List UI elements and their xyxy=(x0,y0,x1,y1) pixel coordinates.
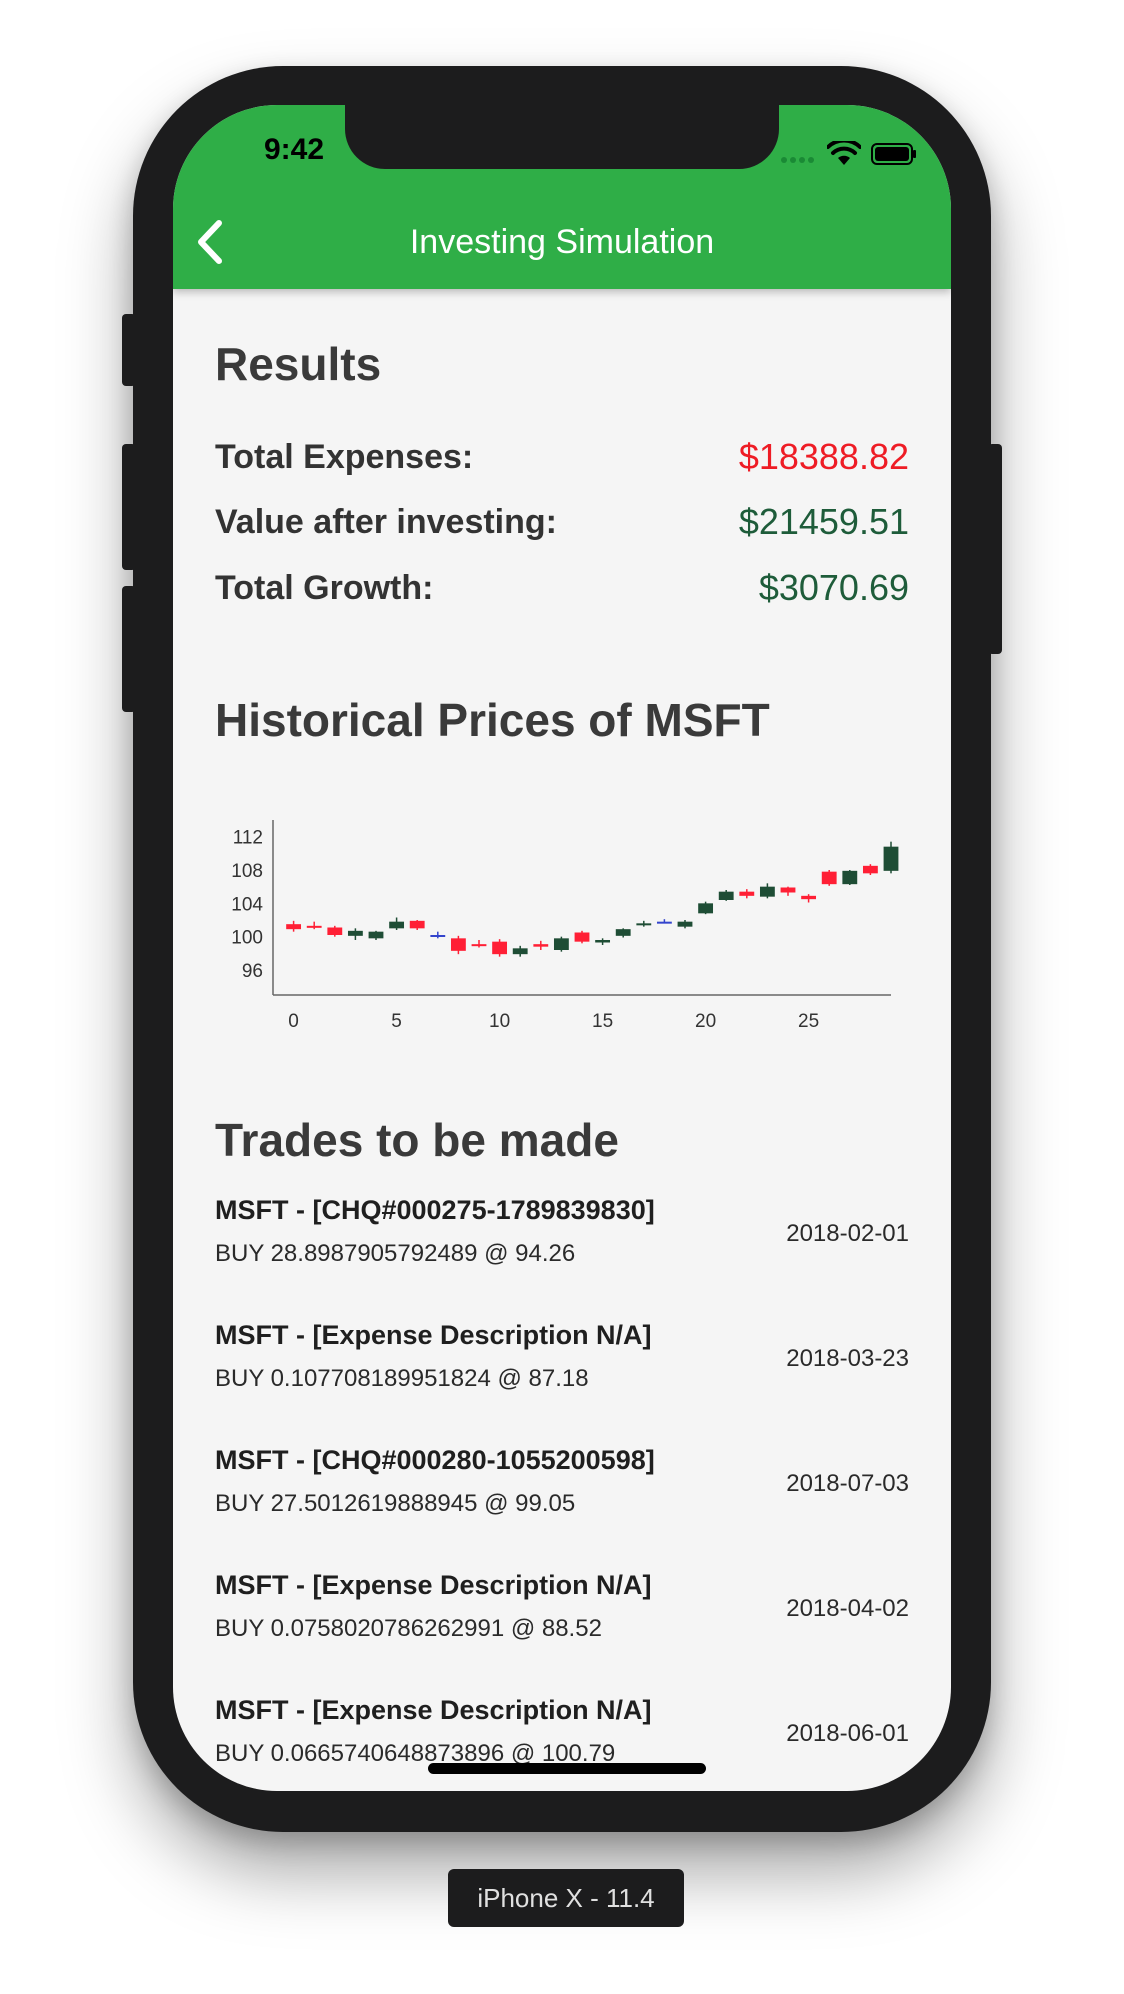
candle-body xyxy=(801,895,817,900)
trade-title: MSFT - [CHQ#000280-1055200598] xyxy=(215,1445,655,1475)
price-chart: 96 100 104 108 112 0 5 10 15 20 25 xyxy=(231,820,899,1032)
trade-date: 2018-02-01 xyxy=(786,1220,909,1247)
candle-body xyxy=(595,940,611,943)
trades-heading: Trades to be made xyxy=(215,1114,619,1166)
value-after-investing-value: $21459.51 xyxy=(738,501,909,542)
candle-body xyxy=(347,930,363,936)
x-tick-label: 5 xyxy=(391,1011,402,1032)
total-expenses-value: $18388.82 xyxy=(738,436,909,477)
candle-body xyxy=(306,925,322,928)
volume-up-button xyxy=(122,444,136,570)
candle-body xyxy=(574,932,590,942)
candle-body xyxy=(533,944,549,947)
candle-body xyxy=(368,931,384,939)
total-expenses-label: Total Expenses: xyxy=(215,438,474,476)
x-tick-label: 25 xyxy=(798,1011,819,1032)
x-tick-label: 15 xyxy=(592,1011,613,1032)
x-tick-label: 20 xyxy=(695,1011,716,1032)
trade-date: 2018-03-23 xyxy=(786,1345,909,1372)
y-tick-label: 112 xyxy=(233,828,263,849)
battery-icon xyxy=(871,143,916,165)
candle-body xyxy=(718,891,734,900)
candle-body xyxy=(780,887,796,893)
value-after-investing-label: Value after investing: xyxy=(215,503,557,541)
app-bar-title: Investing Simulation xyxy=(409,223,715,261)
candle-body xyxy=(698,903,714,914)
trade-title: MSFT - [Expense Description N/A] xyxy=(215,1570,652,1600)
candle-body xyxy=(492,941,508,955)
candle-body xyxy=(615,929,631,936)
candle-body xyxy=(883,846,899,871)
candle-body xyxy=(636,923,652,926)
candle-body xyxy=(656,921,672,924)
candle-body xyxy=(821,871,837,885)
signal-icon xyxy=(781,157,814,163)
candle-body xyxy=(286,924,302,930)
candle-body xyxy=(409,920,425,929)
candle-body xyxy=(430,935,446,937)
y-tick-label: 100 xyxy=(231,928,263,949)
chevron-left-icon[interactable] xyxy=(187,217,237,267)
wifi-icon xyxy=(827,141,861,165)
y-tick-label: 104 xyxy=(231,894,263,915)
status-time: 9:42 xyxy=(263,133,325,166)
mute-switch xyxy=(122,314,136,386)
trade-detail: BUY 28.8987905792489 @ 94.26 xyxy=(215,1240,576,1267)
y-tick-label: 108 xyxy=(231,861,263,882)
total-growth-value: $3070.69 xyxy=(758,567,909,608)
trade-date: 2018-06-01 xyxy=(786,1720,909,1747)
results-heading: Results xyxy=(215,338,382,390)
trade-detail: BUY 0.0758020786262991 @ 88.52 xyxy=(215,1615,602,1642)
volume-down-button xyxy=(122,586,136,712)
trade-detail: BUY 27.5012619888945 @ 99.05 xyxy=(215,1490,576,1517)
screen: 9:42 Investing Simulation Results Total … xyxy=(173,105,951,1791)
trade-title: MSFT - [Expense Description N/A] xyxy=(215,1695,652,1725)
candle-body xyxy=(389,921,405,929)
candle-body xyxy=(842,870,858,885)
trade-title: MSFT - [Expense Description N/A] xyxy=(215,1320,652,1350)
candle-body xyxy=(862,865,878,874)
device-label: iPhone X - 11.4 xyxy=(448,1869,684,1927)
trade-date: 2018-07-03 xyxy=(786,1470,909,1497)
candle-body xyxy=(553,938,569,950)
candle-body xyxy=(759,886,775,897)
history-heading: Historical Prices of MSFT xyxy=(215,694,770,746)
candle-body xyxy=(327,927,343,935)
notch xyxy=(345,105,779,169)
trade-title: MSFT - [CHQ#000275-1789839830] xyxy=(215,1195,655,1225)
y-tick-label: 96 xyxy=(242,961,263,982)
candle-body xyxy=(512,948,528,955)
home-indicator[interactable] xyxy=(428,1763,706,1774)
app-bar: 9:42 Investing Simulation xyxy=(173,105,951,289)
trade-detail: BUY 0.107708189951824 @ 87.18 xyxy=(215,1365,589,1392)
candle-body xyxy=(471,944,487,947)
trade-date: 2018-04-02 xyxy=(786,1595,909,1622)
x-tick-label: 10 xyxy=(489,1011,510,1032)
power-button xyxy=(988,444,1002,654)
total-growth-label: Total Growth: xyxy=(215,569,434,607)
candle-body xyxy=(739,891,755,896)
x-tick-label: 0 xyxy=(288,1011,299,1032)
candle-body xyxy=(450,938,466,951)
candle-body xyxy=(677,921,693,927)
